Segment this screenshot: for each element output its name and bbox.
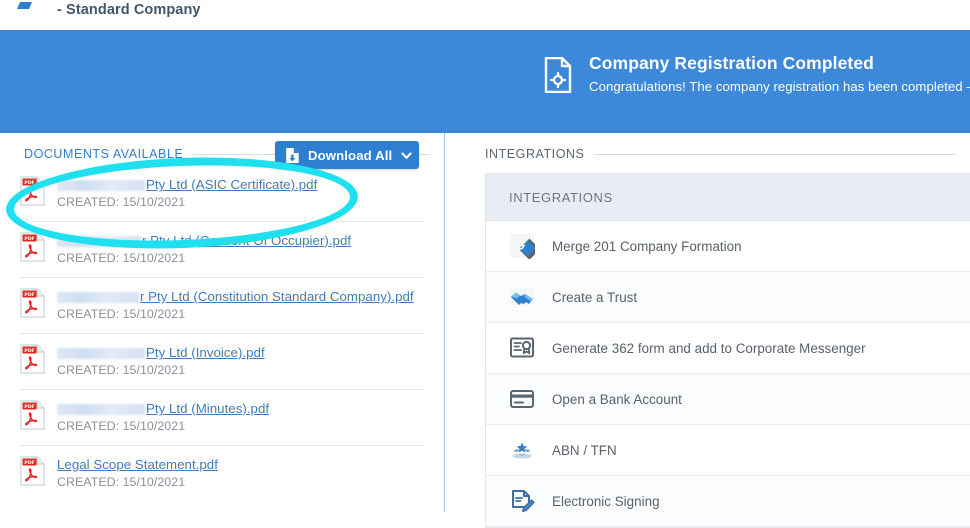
handshake-icon xyxy=(509,284,535,310)
document-link[interactable]: Pty Ltd (Minutes).pdf xyxy=(57,400,424,417)
document-created-date: CREATED: 15/10/2021 xyxy=(57,251,186,265)
document-created-date: CREATED: 15/10/2021 xyxy=(57,195,186,209)
redacted-company-name xyxy=(57,292,139,303)
document-row[interactable]: PDF Pty Ltd (Minutes).pdf CREATED: 15/10/2… xyxy=(20,390,424,446)
document-gear-icon xyxy=(543,56,573,94)
pdf-icon: PDF xyxy=(20,232,45,262)
document-link[interactable]: Pty Ltd (Invoice).pdf xyxy=(57,344,424,361)
integrations-card-header: INTEGRATIONS xyxy=(486,174,970,221)
document-link[interactable]: r Pty Ltd (Constitution Standard Company… xyxy=(57,288,424,305)
pdf-icon: PDF xyxy=(20,400,45,430)
document-created-date: CREATED: 15/10/2021 xyxy=(57,363,186,377)
integrations-card: INTEGRATIONS Merge 201 Company Formation… xyxy=(485,173,970,528)
redacted-company-name xyxy=(57,236,141,247)
document-meta: Legal Scope Statement.pdf CREATED: 15/10/… xyxy=(57,455,424,491)
document-meta: Pty Ltd (Minutes).pdf CREATED: 15/10/2021 xyxy=(57,399,424,435)
integration-row[interactable]: ABN / TFN xyxy=(486,425,970,476)
integration-row[interactable]: Open a Bank Account xyxy=(486,374,970,425)
svg-text:PDF: PDF xyxy=(24,460,34,466)
svg-text:PDF: PDF xyxy=(24,348,34,354)
download-file-icon xyxy=(285,147,300,164)
pdf-icon: PDF xyxy=(20,456,45,486)
integration-row[interactable]: Merge 201 Company Formation xyxy=(486,221,970,272)
integration-label: Generate 362 form and add to Corporate M… xyxy=(552,340,866,356)
integrations-rows: Merge 201 Company Formation Create a Trus… xyxy=(486,221,970,527)
document-created-date: CREATED: 15/10/2021 xyxy=(57,419,186,433)
integrations-card-title: INTEGRATIONS xyxy=(509,189,613,205)
redacted-company-name xyxy=(57,348,145,359)
registration-banner: Company Registration Completed Congratul… xyxy=(0,30,970,133)
australia-crest-icon xyxy=(509,437,535,463)
document-filename: Pty Ltd (ASIC Certificate).pdf xyxy=(146,177,318,192)
document-pen-icon xyxy=(509,488,535,514)
integration-label: ABN / TFN xyxy=(552,442,617,458)
merge-diamond-icon xyxy=(509,233,535,259)
document-filename: Pty Ltd (Minutes).pdf xyxy=(146,401,270,416)
document-filename: r Pty Ltd (Constitution Standard Company… xyxy=(140,289,414,304)
document-row[interactable]: PDF Pty Ltd (Invoice).pdf CREATED: 15/10/2… xyxy=(20,334,424,390)
pdf-icon: PDF xyxy=(20,176,45,206)
integration-label: Merge 201 Company Formation xyxy=(552,238,742,254)
document-filename: Legal Scope Statement.pdf xyxy=(57,457,218,472)
document-created-date: CREATED: 15/10/2021 xyxy=(57,475,186,489)
pdf-icon: PDF xyxy=(20,344,45,374)
integrations-section-label: INTEGRATIONS xyxy=(485,147,585,161)
document-link[interactable]: Pty Ltd (ASIC Certificate).pdf xyxy=(57,176,424,193)
certificate-form-icon xyxy=(509,335,535,361)
document-row[interactable]: PDF Pty Ltd (ASIC Certificate).pdf CREATED… xyxy=(20,166,424,222)
page-title: - Standard Company xyxy=(57,2,201,18)
document-filename: r Pty Ltd (Consent Of Occupier).pdf xyxy=(142,233,352,248)
pdf-icon: PDF xyxy=(20,288,45,318)
integration-label: Open a Bank Account xyxy=(552,391,682,407)
content-area: DOCUMENTS AVAILABLE PDF Pty Ltd (ASIC Cer… xyxy=(0,133,970,528)
document-meta: Pty Ltd (ASIC Certificate).pdf CREATED: 1… xyxy=(57,175,424,211)
integrations-panel: INTEGRATIONS INTEGRATIONS Merge 201 Comp… xyxy=(445,133,970,528)
banner-title: Company Registration Completed xyxy=(589,53,874,73)
document-filename: Pty Ltd (Invoice).pdf xyxy=(146,345,265,360)
document-row[interactable]: PDF r Pty Ltd (Consent Of Occupier).pdf CR… xyxy=(20,222,424,278)
redacted-company-name xyxy=(57,180,145,191)
document-row[interactable]: PDF r Pty Ltd (Constitution Standard Comp… xyxy=(20,278,424,334)
integration-label: Create a Trust xyxy=(552,289,638,305)
integrations-section-header: INTEGRATIONS xyxy=(485,147,955,161)
integration-label: Electronic Signing xyxy=(552,493,660,509)
document-link[interactable]: r Pty Ltd (Consent Of Occupier).pdf xyxy=(57,232,424,249)
download-all-label: Download All xyxy=(308,147,393,163)
integration-row[interactable]: Create a Trust xyxy=(486,272,970,323)
documents-section-label: DOCUMENTS AVAILABLE xyxy=(24,147,184,161)
top-bar: - Standard Company xyxy=(0,0,970,30)
documents-list: PDF Pty Ltd (ASIC Certificate).pdf CREATED… xyxy=(20,166,424,501)
svg-text:PDF: PDF xyxy=(24,292,34,298)
document-meta: Pty Ltd (Invoice).pdf CREATED: 15/10/2021 xyxy=(57,343,424,379)
document-link[interactable]: Legal Scope Statement.pdf xyxy=(57,456,424,473)
banner-subtitle: Congratulations! The company registratio… xyxy=(589,79,970,94)
integrations-header-rule xyxy=(594,153,955,155)
integration-row[interactable]: Electronic Signing xyxy=(486,476,970,527)
download-all-button[interactable]: Download All xyxy=(275,141,419,169)
svg-text:PDF: PDF xyxy=(24,404,34,410)
document-meta: r Pty Ltd (Consent Of Occupier).pdf CREAT… xyxy=(57,231,424,267)
credit-card-icon xyxy=(509,386,535,412)
document-created-date: CREATED: 15/10/2021 xyxy=(57,307,186,321)
document-row[interactable]: PDF Legal Scope Statement.pdf CREATED: 15/… xyxy=(20,446,424,501)
document-meta: r Pty Ltd (Constitution Standard Company… xyxy=(57,287,424,323)
app-logo-icon xyxy=(14,0,40,10)
redacted-company-name xyxy=(57,404,145,415)
integration-row[interactable]: Generate 362 form and add to Corporate M… xyxy=(486,323,970,374)
documents-panel: DOCUMENTS AVAILABLE PDF Pty Ltd (ASIC Cer… xyxy=(0,133,445,512)
chevron-down-icon xyxy=(400,149,413,162)
svg-text:PDF: PDF xyxy=(24,236,34,242)
svg-text:PDF: PDF xyxy=(24,180,34,186)
